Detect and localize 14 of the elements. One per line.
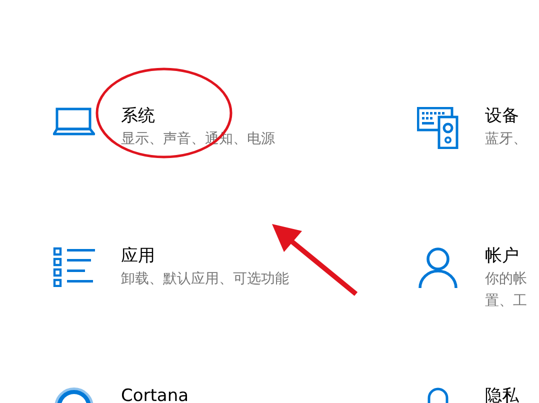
list-icon — [53, 247, 95, 287]
category-title[interactable]: 应用 — [121, 244, 289, 268]
category-description: 置、工 — [485, 292, 527, 311]
category-title[interactable]: 设备 — [485, 104, 527, 128]
person-icon — [418, 247, 458, 289]
category-description: 蓝牙、 — [485, 130, 527, 149]
keyboard-speaker-icon — [417, 107, 459, 149]
category-title[interactable]: 帐户 — [485, 244, 527, 268]
category-description: 卸载、默认应用、可选功能 — [121, 270, 289, 289]
category-title[interactable]: Cortana — [121, 384, 189, 403]
category-title[interactable]: 系统 — [121, 104, 275, 128]
category-title[interactable]: 隐私 — [485, 384, 519, 403]
laptop-icon — [53, 107, 95, 137]
category-description: 你的帐 — [485, 270, 527, 289]
